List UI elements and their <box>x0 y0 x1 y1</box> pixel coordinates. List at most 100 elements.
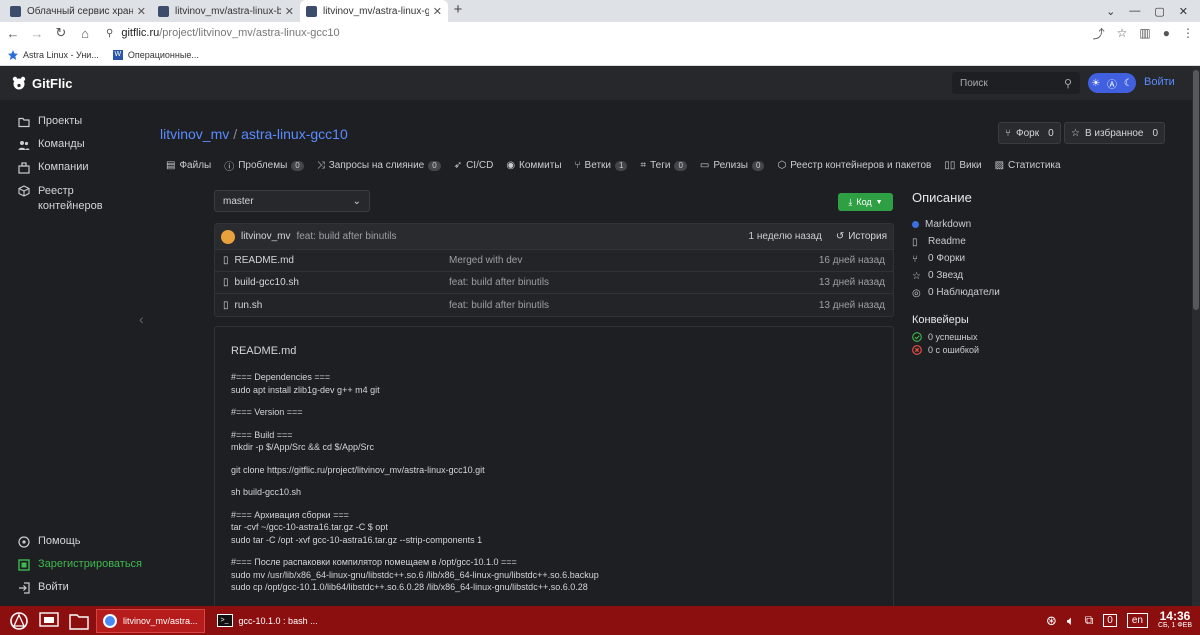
home-icon[interactable]: ⌂ <box>78 26 92 41</box>
forks-link[interactable]: ⑂ 0 Форки <box>912 253 1132 265</box>
page-scrollbar[interactable] <box>1192 66 1200 606</box>
collapse-sidebar-icon[interactable]: ‹ <box>139 311 144 327</box>
close-window-icon[interactable]: ✕ <box>1179 5 1188 18</box>
tab-merge-requests[interactable]: ⤨ Запросы на слияние 0 <box>317 158 441 173</box>
profile-icon[interactable]: ● <box>1163 26 1170 40</box>
clock-date: СБ, 1 ФЕВ <box>1157 621 1192 629</box>
readme-link[interactable]: ▯ Readme <box>912 236 1132 248</box>
avatar <box>221 229 235 244</box>
terminal-icon: >_ <box>216 614 233 627</box>
sidebar-item-companies[interactable]: Компании <box>0 156 140 179</box>
sidebar-item-help[interactable]: Помощь <box>0 530 142 553</box>
minimize-icon[interactable]: — <box>1129 5 1140 17</box>
watchers-link[interactable]: ◎ 0 Наблюдатели <box>912 287 1132 299</box>
tab-cicd[interactable]: ➶ CI/CD <box>454 158 494 173</box>
browser-tab-active[interactable]: litvinov_mv/astra-linux-gcc10 ✕ <box>300 0 448 22</box>
search-input[interactable]: Поиск ⚲ <box>952 72 1080 94</box>
notifications-icon[interactable]: 0 <box>1103 614 1117 627</box>
file-name[interactable]: README.md <box>235 255 294 266</box>
pipeline-success-item[interactable]: 0 успешных <box>912 332 1132 342</box>
share-icon[interactable]: ⤴ <box>1093 25 1105 42</box>
file-commit-message[interactable]: Merged with dev <box>449 255 819 266</box>
menu-icon[interactable]: ⋮ <box>1182 26 1194 40</box>
branch-select[interactable]: master ⌄ <box>214 190 370 212</box>
about-item-label: 0 Звезд <box>928 270 964 281</box>
chevron-down-icon[interactable]: ⌄ <box>1106 5 1115 18</box>
maximize-icon[interactable]: ▢ <box>1154 5 1164 18</box>
clock[interactable]: 14:36 СБ, 1 ФЕВ <box>1157 610 1192 631</box>
file-icon: ▯ <box>223 277 229 288</box>
table-row[interactable]: ▯ README.md Merged with dev 16 дней назад <box>215 250 893 272</box>
start-menu-icon[interactable] <box>8 611 30 631</box>
repo-owner-link[interactable]: litvinov_mv <box>160 126 229 142</box>
taskbar-app-terminal[interactable]: >_ gcc-10.1.0 : bash ... <box>211 609 324 633</box>
tab-files[interactable]: ▤ Файлы <box>166 158 211 173</box>
bookmark-star-icon[interactable]: ☆ <box>1117 26 1128 40</box>
pipelines-title: Конвейеры <box>912 314 969 326</box>
tab-statistics[interactable]: ▨ Статистика <box>995 158 1061 173</box>
code-button[interactable]: ⤓ Код ▼ <box>838 193 893 211</box>
tab-registry[interactable]: ⬡ Реестр контейнеров и пакетов <box>777 158 931 173</box>
sidebar-item-container-registry[interactable]: Реестр контейнеров <box>0 179 140 219</box>
file-commit-message[interactable]: feat: build after binutils <box>449 277 819 288</box>
tab-wiki[interactable]: ▯▯ Вики <box>944 158 981 173</box>
keyboard-layout[interactable]: en <box>1126 613 1148 628</box>
brand-name: GitFlic <box>32 75 73 91</box>
scrollbar-thumb[interactable] <box>1193 70 1199 310</box>
desktop-icon[interactable] <box>38 611 60 631</box>
sidebar-item-projects[interactable]: Проекты <box>0 110 140 133</box>
sun-icon[interactable]: ☀ <box>1091 78 1100 89</box>
site-info-icon[interactable]: ⚲ <box>106 28 113 39</box>
history-link[interactable]: ↺ История <box>836 231 887 242</box>
file-name[interactable]: run.sh <box>235 300 263 311</box>
sidebar-icon[interactable]: ▥ <box>1139 26 1150 40</box>
new-tab-icon[interactable]: + <box>448 0 468 22</box>
auto-theme-icon[interactable]: Ⓐ <box>1107 76 1117 91</box>
commit-message[interactable]: feat: build after binutils <box>296 231 396 242</box>
back-icon[interactable]: ← <box>6 26 20 41</box>
table-row[interactable]: ▯ build-gcc10.sh feat: build after binuti… <box>215 272 893 294</box>
fork-count: 0 <box>1048 127 1054 139</box>
forward-icon[interactable]: → <box>30 26 44 41</box>
bookmarks-bar: Astra Linux - Уни... W Операционные... <box>0 44 1200 66</box>
sidebar-item-teams[interactable]: Команды <box>0 133 140 156</box>
moon-icon[interactable]: ☾ <box>1124 78 1133 89</box>
stars-link[interactable]: ☆ 0 Звезд <box>912 270 1132 282</box>
taskbar-app-browser[interactable]: litvinov_mv/astra... <box>96 608 205 633</box>
tab-branches[interactable]: ⑂ Ветки 1 <box>575 158 628 173</box>
sidebar-bottom: Помощь Зарегистрироваться Войти <box>0 530 142 606</box>
close-icon[interactable]: ✕ <box>285 5 294 18</box>
sidebar-item-login[interactable]: Войти <box>0 576 142 606</box>
tab-releases[interactable]: ▭ Релизы 0 <box>700 158 765 173</box>
close-icon[interactable]: ✕ <box>137 5 146 18</box>
files-icon[interactable] <box>68 611 90 631</box>
security-icon[interactable]: ⊛ <box>1046 613 1057 629</box>
eye-icon: ◎ <box>912 287 921 299</box>
gitflic-logo[interactable]: GitFlic <box>12 76 72 91</box>
close-icon[interactable]: ✕ <box>433 5 442 18</box>
favorite-button[interactable]: ☆ В избранное 0 <box>1064 122 1166 144</box>
tab-commits[interactable]: ◉ Коммиты <box>506 158 561 173</box>
favorite-count: 0 <box>1152 127 1159 139</box>
about-item-label: Readme <box>928 236 966 247</box>
file-commit-message[interactable]: feat: build after binutils <box>449 300 819 311</box>
commit-author[interactable]: litvinov_mv <box>241 231 290 242</box>
pipeline-failed-item[interactable]: 0 с ошибкой <box>912 345 1132 355</box>
address-bar[interactable]: ⚲ gitflic.ru/project/litvinov_mv/astra-l… <box>106 24 1083 42</box>
repo-name-link[interactable]: astra-linux-gcc10 <box>241 126 348 142</box>
network-icon[interactable]: ⧉ <box>1085 613 1094 628</box>
table-row[interactable]: ▯ run.sh feat: build after binutils 13 дн… <box>215 294 893 316</box>
tab-tags[interactable]: ⌗ Теги 0 <box>640 158 687 173</box>
sidebar-item-register[interactable]: Зарегистрироваться <box>0 553 142 576</box>
browser-tab[interactable]: litvinov_mv/astra-linux-binutils ✕ <box>152 0 300 22</box>
volume-icon[interactable]: 🔈︎ <box>1067 613 1075 629</box>
browser-tab[interactable]: Облачный сервис хранения ✕ <box>4 0 152 22</box>
fork-button[interactable]: ⑂ Форк 0 <box>998 122 1061 144</box>
reload-icon[interactable]: ↻ <box>54 25 68 41</box>
tab-issues[interactable]: ⓘ Проблемы 0 <box>224 158 304 173</box>
bookmark-item[interactable]: Astra Linux - Уни... <box>8 49 99 60</box>
login-link[interactable]: Войти <box>1144 76 1175 88</box>
bookmark-item[interactable]: W Операционные... <box>112 49 199 60</box>
file-name[interactable]: build-gcc10.sh <box>235 277 299 288</box>
theme-switcher[interactable]: ☀ Ⓐ ☾ <box>1088 73 1136 93</box>
